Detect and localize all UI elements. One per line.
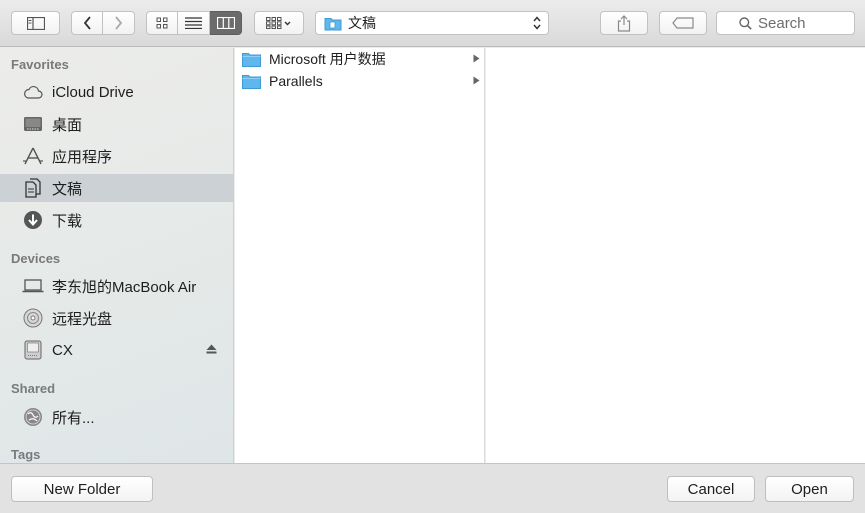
- search-input[interactable]: Search: [716, 11, 855, 35]
- desktop-icon: [22, 113, 44, 135]
- list-view-button[interactable]: [178, 11, 210, 35]
- sidebar-icon: [26, 16, 45, 30]
- list-view-icon: [185, 17, 202, 29]
- sidebar-item-applications[interactable]: 应用程序: [0, 142, 233, 170]
- chevron-left-icon: [83, 16, 91, 30]
- folder-icon: [242, 52, 261, 67]
- network-icon: [22, 406, 44, 428]
- sidebar-item-label: CX: [52, 341, 73, 359]
- eject-icon[interactable]: [206, 344, 217, 354]
- disclosure-arrow-icon: [473, 76, 480, 85]
- laptop-icon: [22, 275, 44, 297]
- list-item[interactable]: Parallels: [235, 70, 485, 92]
- browser-column-2[interactable]: [486, 48, 865, 463]
- sidebar-item-remote-disc[interactable]: 远程光盘: [0, 304, 233, 332]
- tags-button[interactable]: [659, 11, 707, 35]
- arrange-icon: [266, 17, 291, 29]
- navigation-segment: [71, 11, 135, 35]
- list-item-label: Microsoft 用户数据: [269, 51, 386, 67]
- documents-icon: [22, 177, 44, 199]
- section-tags: Tags: [11, 447, 41, 462]
- sidebar-item-label: 文稿: [52, 180, 83, 198]
- sidebar-item-label: 应用程序: [52, 148, 113, 166]
- share-icon: [617, 14, 631, 32]
- tag-icon: [672, 17, 694, 29]
- section-devices: Devices: [11, 251, 61, 266]
- back-button[interactable]: [71, 11, 103, 35]
- bottom-bar: New Folder Cancel Open: [0, 463, 865, 513]
- browser-column-1: Microsoft 用户数据 Parallels: [235, 48, 485, 463]
- cloud-icon: [22, 81, 44, 103]
- documents-folder-icon: [324, 17, 342, 30]
- folder-icon: [242, 74, 261, 89]
- sidebar-item-desktop[interactable]: 桌面: [0, 110, 233, 138]
- toolbar: 文稿 Search: [0, 0, 865, 47]
- forward-button[interactable]: [103, 11, 135, 35]
- new-folder-button[interactable]: New Folder: [11, 476, 153, 502]
- sidebar-item-label: 下载: [52, 212, 83, 230]
- sidebar-item-label: 桌面: [52, 116, 83, 134]
- path-label: 文稿: [348, 15, 376, 31]
- sidebar-item-macbook[interactable]: 李东旭的MacBook Air: [0, 272, 233, 300]
- sidebar-toggle-button[interactable]: [11, 11, 60, 35]
- view-mode-segment: [146, 11, 242, 35]
- sidebar-item-label: 所有...: [52, 409, 95, 427]
- arrange-menu-button[interactable]: [254, 11, 304, 35]
- section-shared: Shared: [11, 381, 56, 396]
- chevron-right-icon: [115, 16, 123, 30]
- column-view-icon: [216, 17, 235, 29]
- sidebar-item-all-shared[interactable]: 所有...: [0, 403, 233, 431]
- sidebar-item-label: 李东旭的MacBook Air: [52, 278, 197, 296]
- sidebar-item-downloads[interactable]: 下载: [0, 206, 233, 234]
- icon-view-button[interactable]: [146, 11, 178, 35]
- sidebar-item-cx[interactable]: CX: [0, 336, 233, 364]
- sidebar-item-icloud-drive[interactable]: iCloud Drive: [0, 78, 233, 106]
- sidebar-item-label: 远程光盘: [52, 310, 113, 328]
- search-placeholder: Search: [758, 14, 806, 32]
- list-item[interactable]: Microsoft 用户数据: [235, 48, 485, 70]
- drive-icon: [22, 339, 44, 361]
- search-icon: [739, 17, 752, 30]
- sidebar-item-label: iCloud Drive: [52, 83, 134, 101]
- download-icon: [22, 209, 44, 231]
- applications-icon: [22, 145, 44, 167]
- icon-view-icon: [156, 17, 168, 29]
- list-item-label: Parallels: [269, 73, 323, 89]
- chevron-updown-icon: [533, 16, 541, 30]
- column-view-button[interactable]: [210, 11, 242, 35]
- open-button[interactable]: Open: [765, 476, 854, 502]
- sidebar-item-documents[interactable]: 文稿: [0, 174, 233, 202]
- cancel-button[interactable]: Cancel: [667, 476, 755, 502]
- path-popup[interactable]: 文稿: [315, 11, 549, 35]
- disclosure-arrow-icon: [473, 54, 480, 63]
- section-favorites: Favorites: [11, 57, 69, 72]
- share-button[interactable]: [600, 11, 648, 35]
- sidebar: Favorites iCloud Drive 桌面 应用程序 文稿 下载 Dev…: [0, 48, 234, 463]
- disc-icon: [22, 307, 44, 329]
